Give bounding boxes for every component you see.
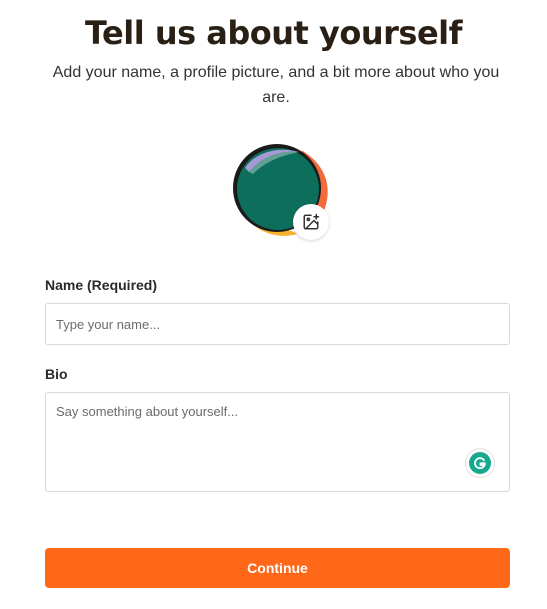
continue-button[interactable]: Continue xyxy=(45,548,510,588)
upload-photo-button[interactable] xyxy=(293,204,329,240)
grammarly-button[interactable] xyxy=(466,449,494,477)
name-field[interactable] xyxy=(45,303,510,345)
grammarly-icon xyxy=(469,452,491,474)
bio-field-wrapper xyxy=(45,392,510,492)
name-label: Name (Required) xyxy=(45,277,158,293)
page-subtitle: Add your name, a profile picture, and a … xyxy=(52,64,500,106)
bio-field[interactable] xyxy=(45,392,510,492)
page-title: Tell us about yourself xyxy=(84,14,463,52)
bio-label: Bio xyxy=(45,366,68,382)
image-upload-icon xyxy=(303,213,320,230)
avatar[interactable] xyxy=(231,142,331,242)
